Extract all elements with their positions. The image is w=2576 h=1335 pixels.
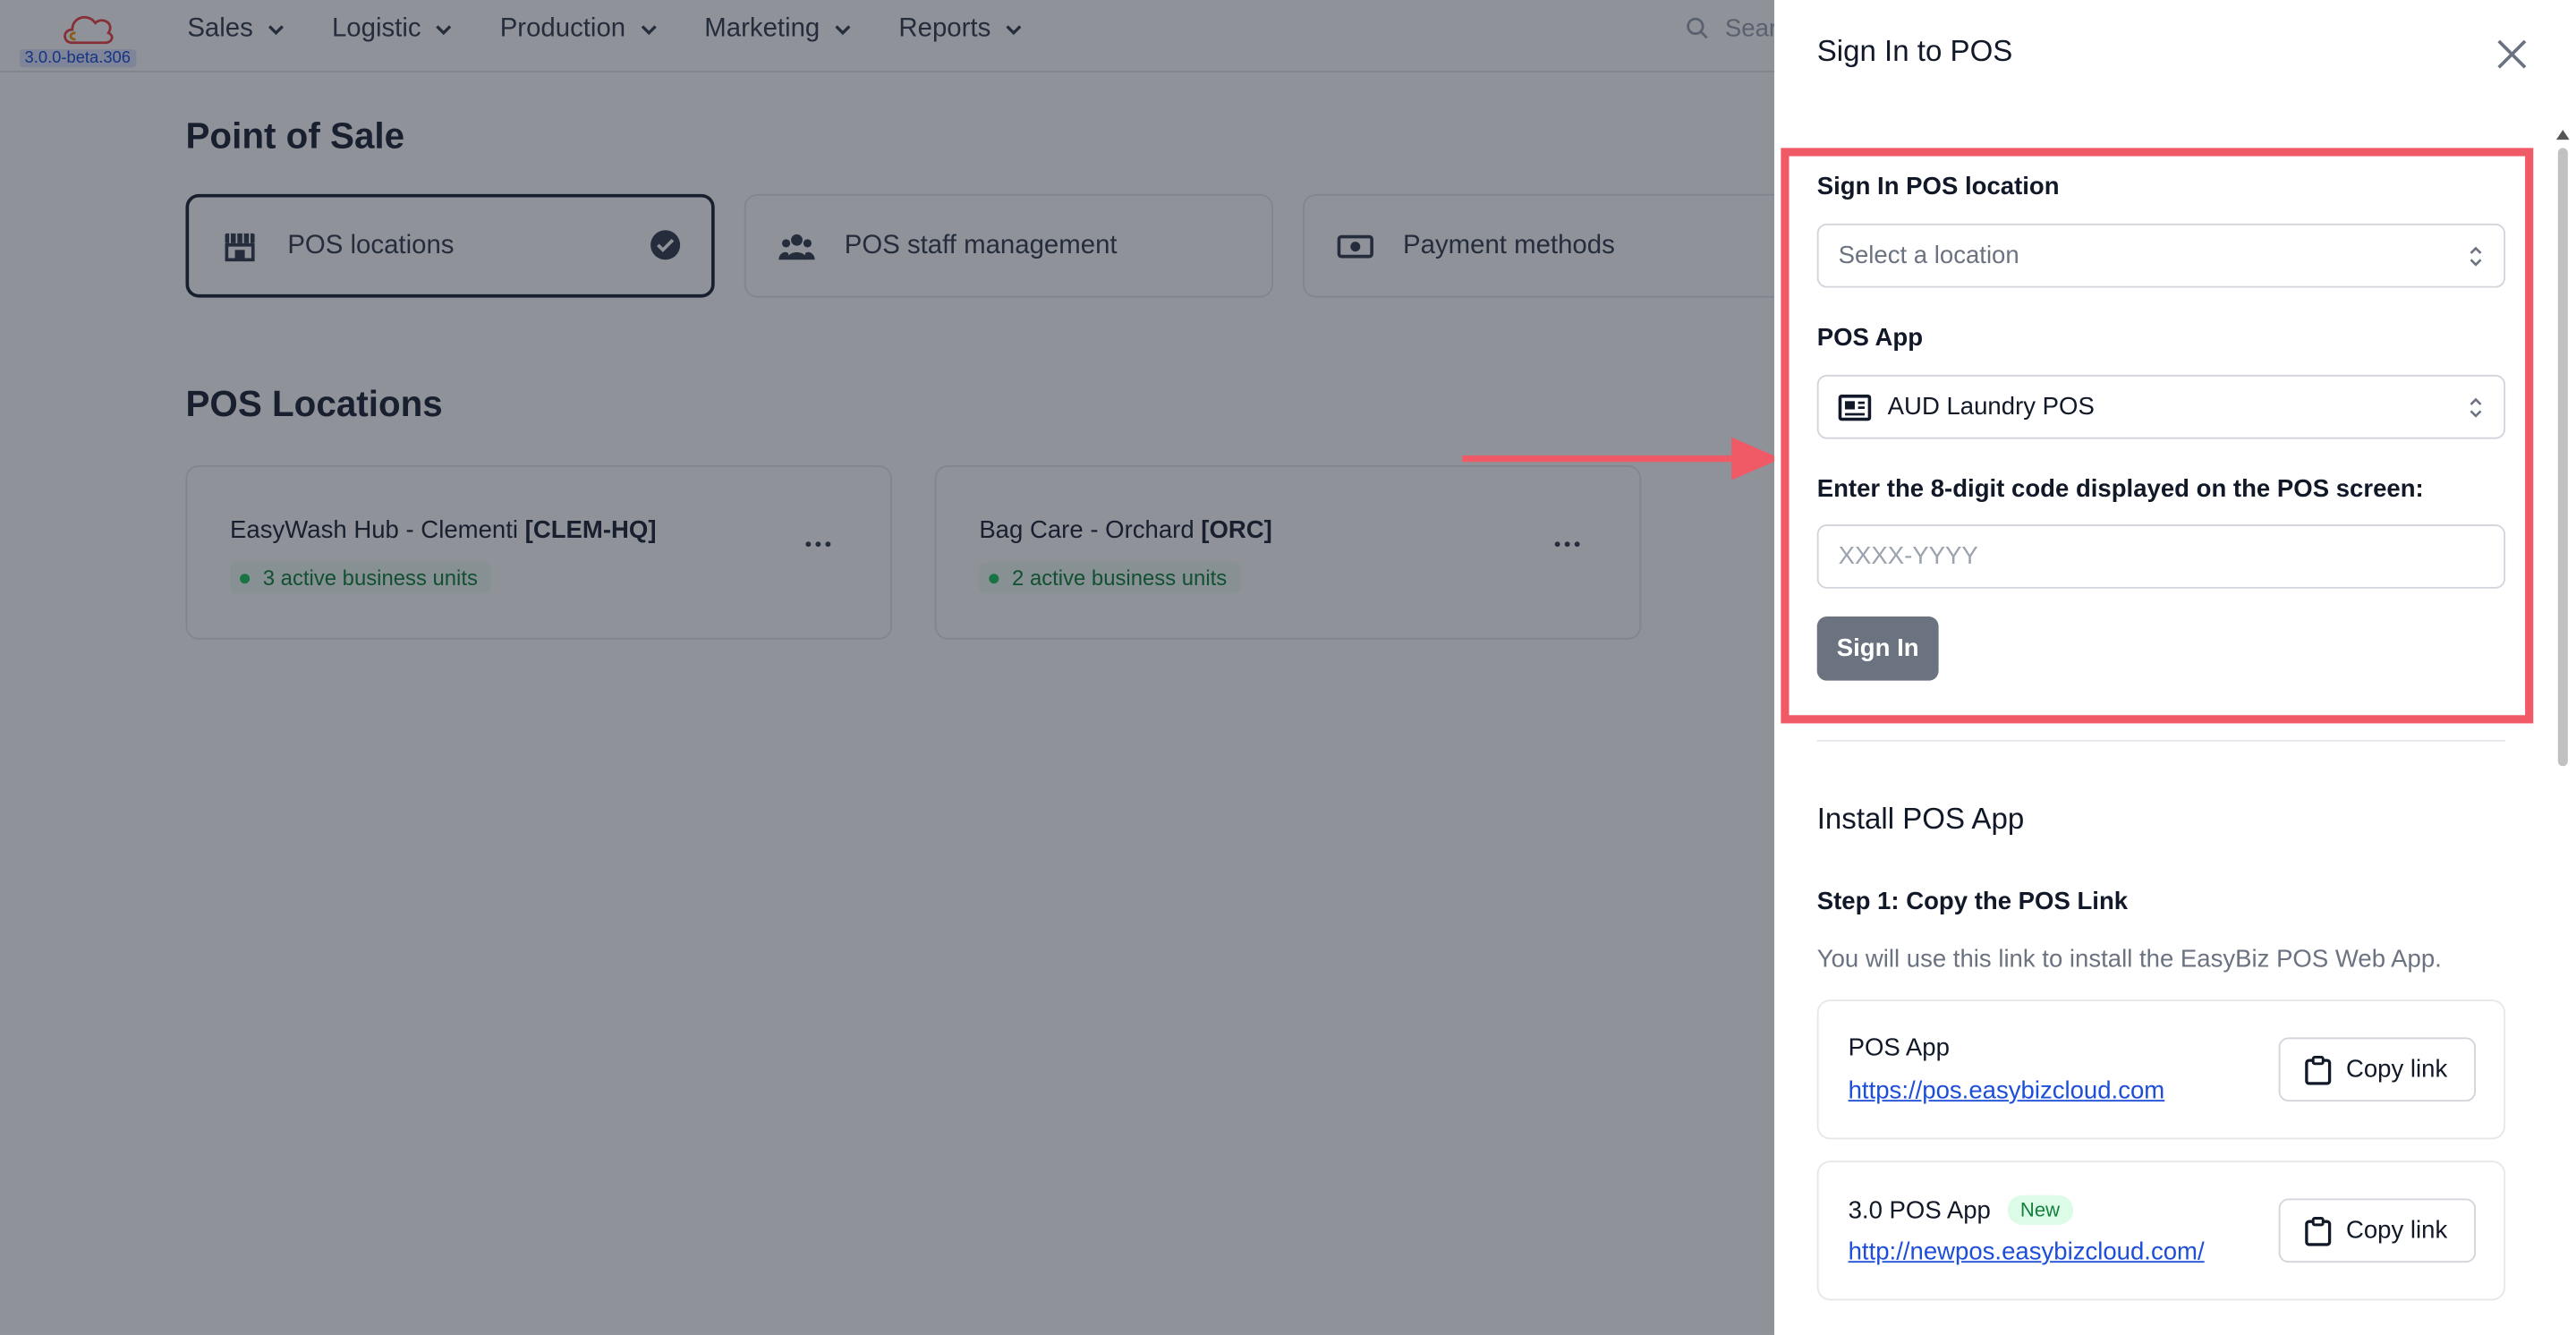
annotation-arrow-icon xyxy=(1462,437,1781,480)
drawer-title: Sign In to POS xyxy=(1816,34,2013,68)
scrollbar[interactable] xyxy=(2553,128,2572,1335)
modal-backdrop[interactable] xyxy=(0,0,1774,1335)
sign-in-drawer: Sign In to POS Sign In POS location Sele… xyxy=(1773,0,2576,1335)
link-name: POS App xyxy=(1849,1034,1950,1062)
new-pos-app-link[interactable]: http://newpos.easybizcloud.com/ xyxy=(1849,1238,2205,1266)
pos-link-card: 3.0 POS App New http://newpos.easybizclo… xyxy=(1816,1161,2506,1301)
step1-title: Step 1: Copy the POS Link xyxy=(1816,888,2129,916)
copy-link-button[interactable]: Copy link xyxy=(2278,1037,2477,1102)
close-icon[interactable] xyxy=(2494,36,2529,72)
divider xyxy=(1816,739,2506,742)
clipboard-icon xyxy=(2305,1055,2332,1084)
copy-link-label: Copy link xyxy=(2345,1055,2448,1084)
clipboard-icon xyxy=(2305,1216,2332,1246)
annotation-highlight-box xyxy=(1781,148,2534,724)
link-name: 3.0 POS App New xyxy=(1849,1195,2073,1225)
link-name-text: 3.0 POS App xyxy=(1848,1195,1991,1224)
install-title: Install POS App xyxy=(1816,802,2025,836)
pos-app-link[interactable]: https://pos.easybizcloud.com xyxy=(1849,1076,2165,1104)
pos-link-card: POS App https://pos.easybizcloud.com Cop… xyxy=(1816,999,2506,1140)
link-name-text: POS App xyxy=(1848,1033,1950,1062)
step1-description: You will use this link to install the Ea… xyxy=(1816,945,2442,974)
scrollbar-thumb[interactable] xyxy=(2557,148,2568,767)
new-badge: New xyxy=(2007,1195,2073,1225)
copy-link-button[interactable]: Copy link xyxy=(2278,1198,2477,1263)
copy-link-label: Copy link xyxy=(2345,1216,2448,1245)
scroll-up-icon[interactable] xyxy=(2555,128,2570,141)
